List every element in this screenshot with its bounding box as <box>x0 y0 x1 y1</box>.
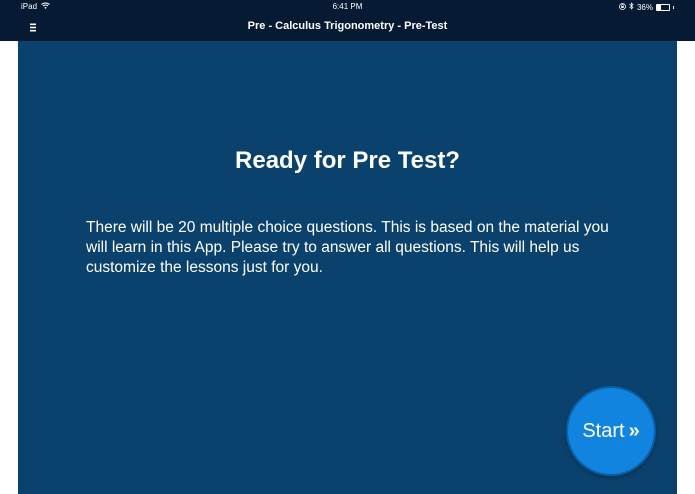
battery-icon <box>656 3 670 11</box>
orientation-lock-icon <box>619 2 626 12</box>
double-chevron-right-icon: » <box>628 420 640 442</box>
start-button[interactable]: Start » <box>566 386 656 476</box>
page-title: Pre - Calculus Trigonometry - Pre-Test <box>247 20 448 32</box>
pretest-heading: Ready for Pre Test? <box>235 147 460 174</box>
pretest-panel: Ready for Pre Test? There will be 20 mul… <box>18 41 677 494</box>
bluetooth-icon <box>629 2 634 12</box>
battery-tip <box>673 5 674 9</box>
start-label: Start <box>582 419 625 442</box>
status-bar: iPad 6:41 PM 36% <box>0 0 695 14</box>
right-margin <box>677 41 695 494</box>
nav-bar: Pre - Calculus Trigonometry - Pre-Test <box>0 14 695 41</box>
left-margin <box>0 41 18 494</box>
status-time: 6:41 PM <box>332 2 363 11</box>
pretest-description: There will be 20 multiple choice questio… <box>86 219 609 276</box>
status-right: 36% <box>619 2 674 12</box>
battery-percent: 36% <box>636 2 653 12</box>
battery-level <box>657 4 662 10</box>
